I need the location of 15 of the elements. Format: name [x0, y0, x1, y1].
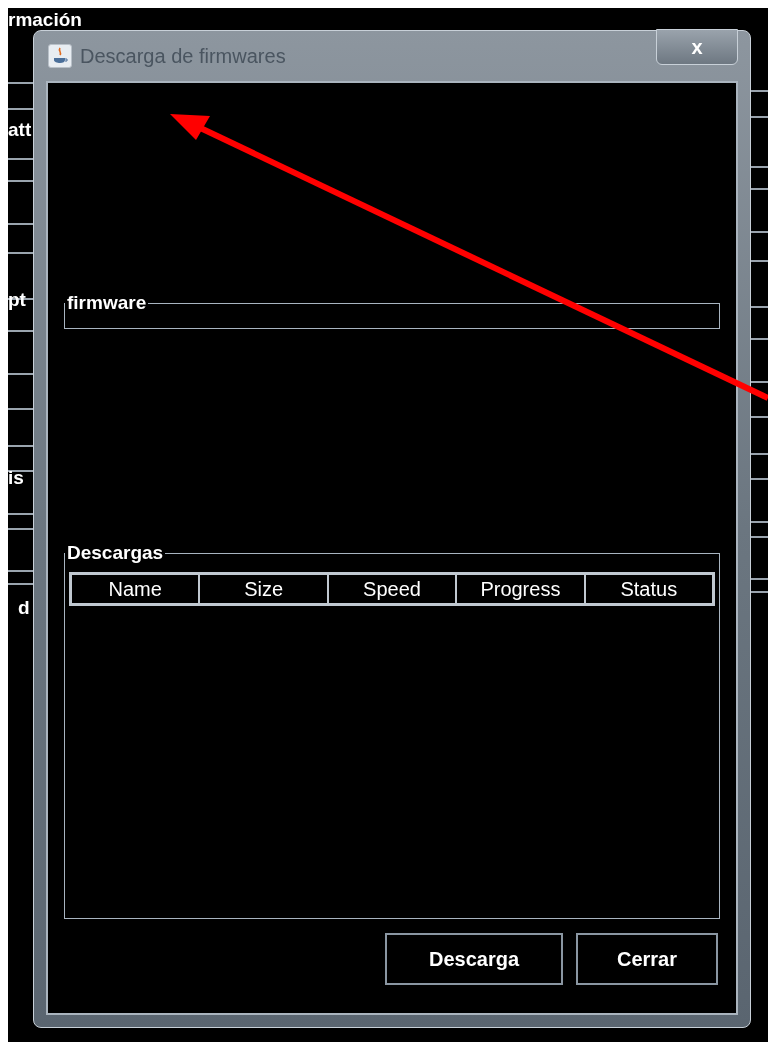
background-label: att — [8, 120, 32, 139]
background-label: d — [18, 598, 30, 617]
window-title: Descarga de firmwares — [80, 44, 286, 69]
column-header[interactable]: Name — [71, 573, 200, 604]
column-header[interactable]: Status — [584, 573, 713, 604]
group-title: Descargas — [66, 541, 165, 565]
background-label: is — [8, 468, 24, 487]
column-header[interactable]: Size — [199, 573, 328, 604]
coffee-cup-icon — [48, 44, 72, 68]
dialog-button[interactable]: Descarga — [385, 933, 563, 985]
column-header[interactable]: Progress — [456, 573, 585, 604]
background-label: rmación — [8, 10, 82, 29]
group-title: firmware — [66, 291, 148, 315]
dialog-button[interactable]: Cerrar — [576, 933, 718, 985]
column-header[interactable]: Speed — [327, 573, 457, 604]
